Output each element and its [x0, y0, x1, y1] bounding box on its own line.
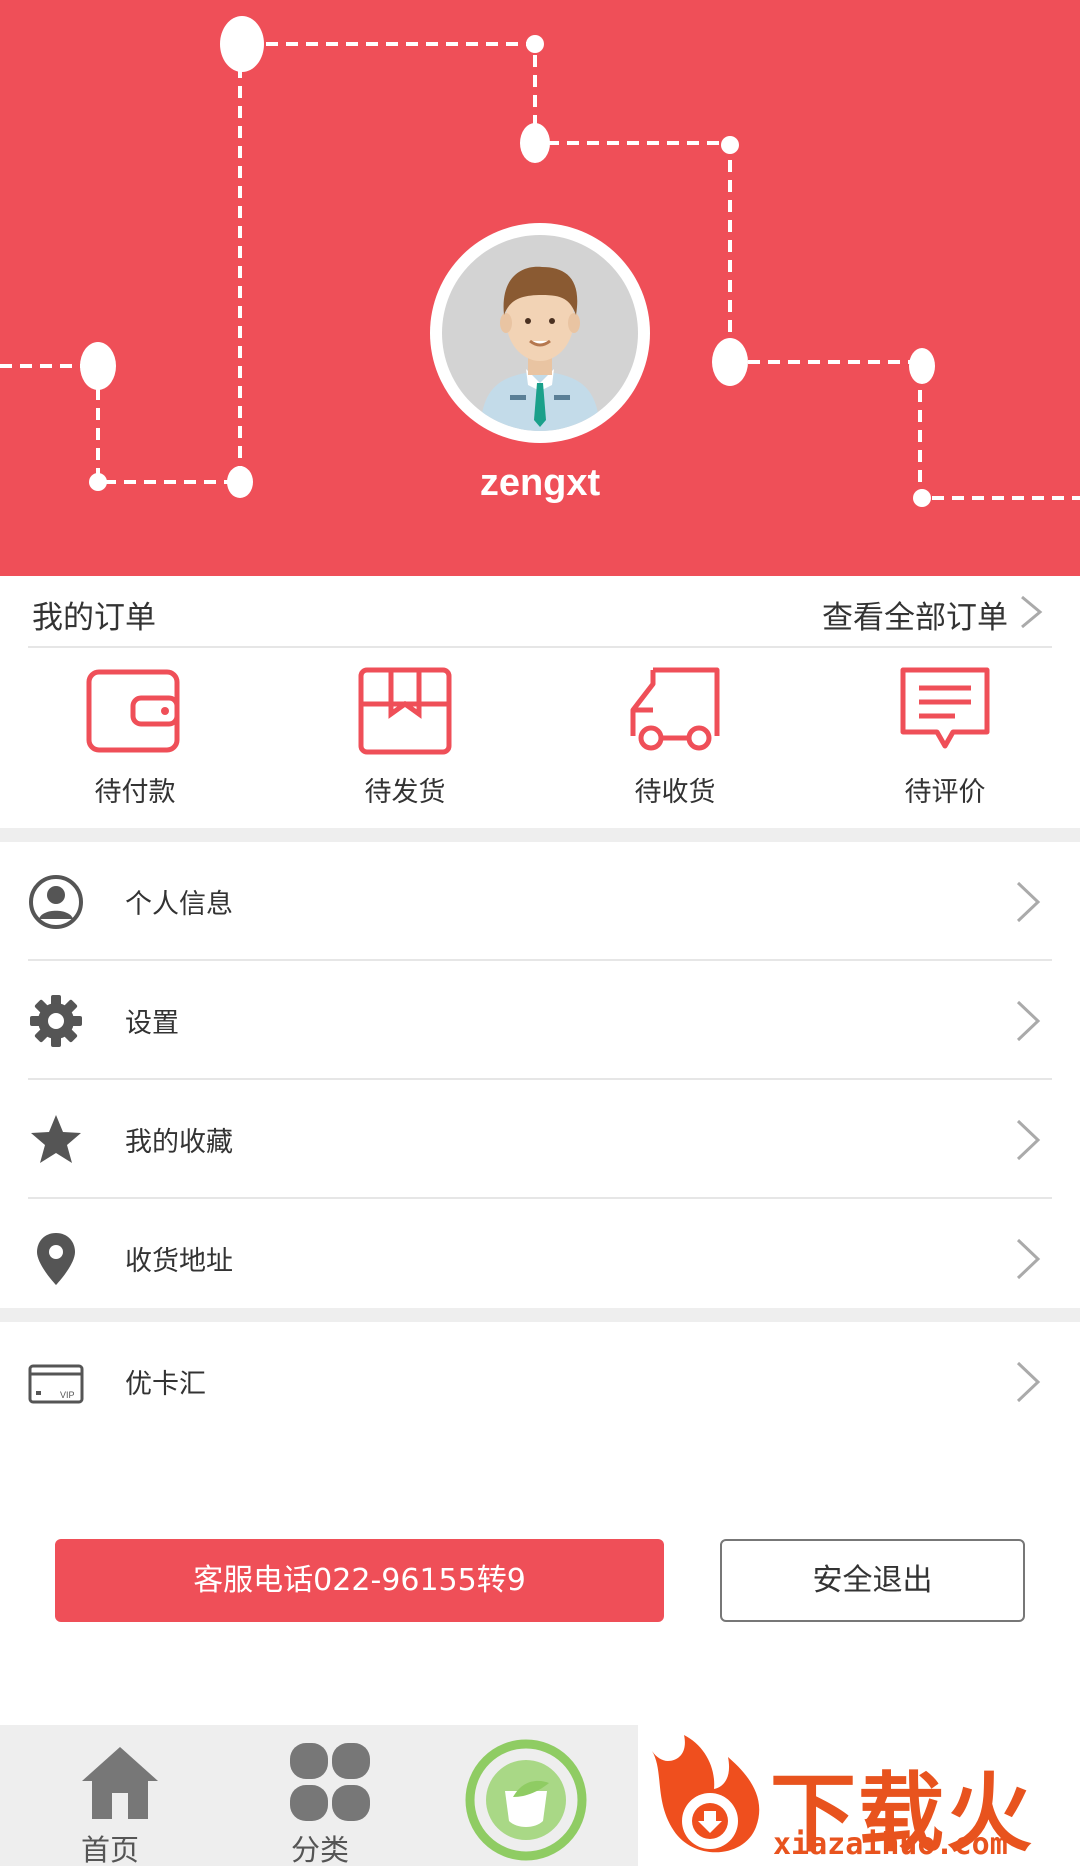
star-icon: [31, 1115, 81, 1163]
location-pin-icon: [37, 1233, 75, 1285]
menu-item-settings[interactable]: 设置: [0, 961, 1080, 1079]
nav-home[interactable]: 首页: [10, 1725, 210, 1866]
menu-item-favorites[interactable]: 我的收藏: [0, 1080, 1080, 1198]
section-gap: [0, 828, 1080, 842]
nav-category[interactable]: 分类: [220, 1725, 420, 1866]
logout-button[interactable]: 安全退出: [720, 1539, 1025, 1622]
package-icon: [358, 667, 452, 755]
view-all-orders-link[interactable]: 查看全部订单: [822, 592, 1008, 637]
svg-text:VIP: VIP: [60, 1390, 75, 1400]
menu-item-vip-card[interactable]: VIP 优卡汇: [0, 1322, 1080, 1440]
wallet-icon: [86, 669, 180, 753]
menu-item-shipping-address[interactable]: 收货地址: [0, 1199, 1080, 1317]
customer-service-phone-button[interactable]: 客服电话022-96155转9: [55, 1539, 664, 1622]
divider: [28, 646, 1052, 648]
truck-icon: [630, 667, 720, 751]
order-status-pending-receipt[interactable]: 待收货: [540, 650, 810, 828]
menu-item-label: 个人信息: [125, 889, 233, 920]
section-gap: [0, 1308, 1080, 1322]
avatar-person-icon: [480, 266, 600, 431]
orders-header: 我的订单 查看全部订单: [0, 576, 1080, 648]
flame-logo-icon: [652, 1735, 760, 1853]
category-icon: [290, 1743, 370, 1821]
nav-label: 分类: [290, 1833, 349, 1866]
chevron-right-icon: [1016, 1119, 1041, 1161]
chevron-right-icon: [1016, 1000, 1041, 1042]
home-icon: [82, 1747, 158, 1819]
user-icon: [29, 875, 83, 929]
menu-item-personal-info[interactable]: 个人信息: [0, 842, 1080, 960]
brand-logo-icon[interactable]: [465, 1739, 587, 1861]
nav-label: 首页: [80, 1833, 139, 1866]
order-status-label: 待评价: [904, 777, 986, 808]
menu-item-label: 收货地址: [125, 1246, 233, 1277]
order-status-pending-shipment[interactable]: 待发货: [270, 650, 540, 828]
bottom-nav: 首页 分类 下载火 xiazaihuo.com: [0, 1725, 1080, 1866]
order-status-pending-payment[interactable]: 待付款: [0, 650, 270, 828]
order-status-pending-review[interactable]: 待评价: [810, 650, 1080, 828]
order-status-bar: 待付款 待发货 待收货 待评价: [0, 650, 1080, 828]
vip-card-icon: VIP: [28, 1364, 84, 1404]
gear-icon: [30, 995, 82, 1047]
chevron-right-icon: [1016, 1361, 1041, 1403]
menu-item-label: 设置: [125, 1008, 179, 1039]
orders-title: 我的订单: [32, 600, 156, 636]
order-status-label: 待收货: [634, 777, 716, 808]
comment-icon: [900, 667, 990, 749]
menu-item-label: 优卡汇: [125, 1369, 206, 1400]
menu-item-label: 我的收藏: [125, 1127, 233, 1158]
order-status-label: 待发货: [364, 777, 446, 808]
avatar[interactable]: [430, 223, 650, 443]
username: zengxt: [479, 462, 601, 504]
ad-url: xiazaihuo.com: [773, 1827, 1008, 1862]
profile-header: zengxt: [0, 0, 1080, 576]
chevron-right-icon: [1016, 881, 1041, 923]
order-status-label: 待付款: [94, 777, 176, 808]
chevron-right-icon[interactable]: [1018, 594, 1044, 630]
chevron-right-icon: [1016, 1238, 1041, 1280]
ad-banner[interactable]: 下载火 xiazaihuo.com: [638, 1725, 1080, 1866]
